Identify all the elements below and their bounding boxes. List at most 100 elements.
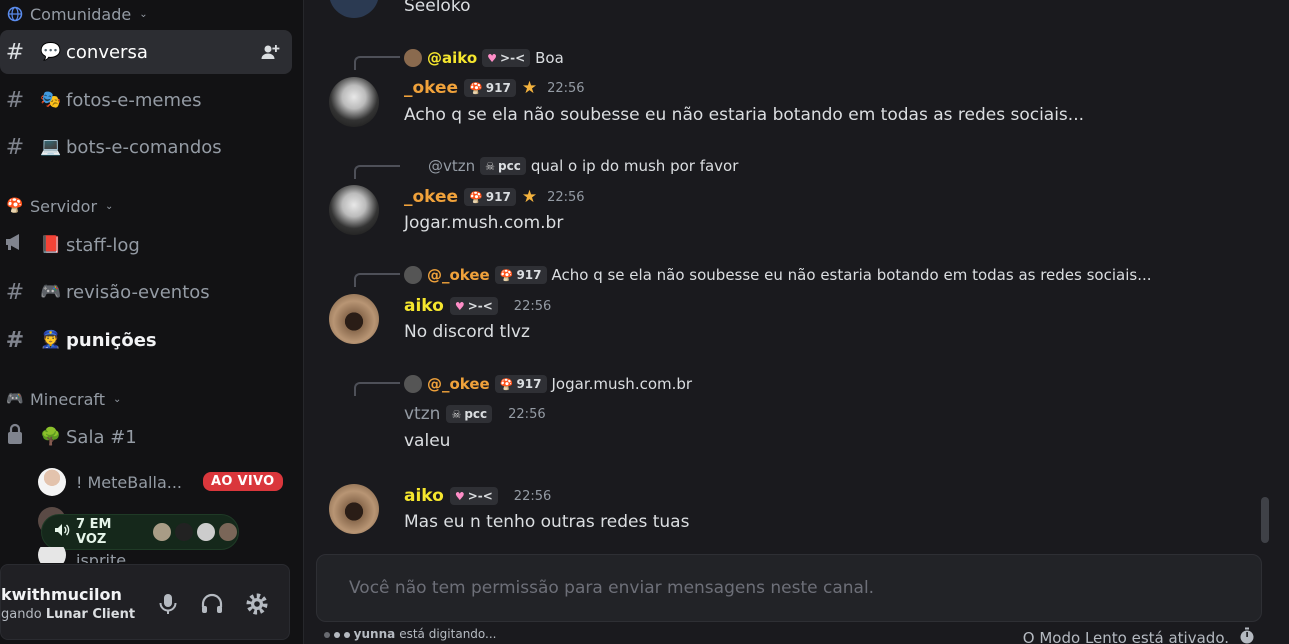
role-tag-text: >-< xyxy=(500,51,526,65)
gamepad-icon: 🎮 xyxy=(6,391,24,407)
voice-count-label: 7 EM VOZ xyxy=(76,517,112,547)
message-text: Acho q se ela não soubesse eu não estari… xyxy=(404,105,1084,125)
lock-icon xyxy=(0,423,32,451)
channel-punicoes[interactable]: # 👮 punições xyxy=(0,318,292,362)
hash-icon: # xyxy=(5,39,25,65)
message-input[interactable]: Você não tem permissão para enviar mensa… xyxy=(316,554,1262,622)
timestamp: 22:56 xyxy=(547,80,585,96)
reply-preview[interactable]: @aiko ♥ >-< Boa xyxy=(404,47,564,69)
role-tag: ♥ >-< xyxy=(482,49,531,67)
channel-revisao-eventos[interactable]: # 🎮 revisão-eventos xyxy=(0,270,292,314)
role-tag: ☠ pcc xyxy=(446,405,493,423)
mushroom-icon: 🍄 xyxy=(469,190,483,204)
microphone-icon[interactable] xyxy=(155,591,181,617)
typing-text: está digitando... xyxy=(399,627,497,641)
channel-emoji: 💻 xyxy=(40,137,62,157)
reply-preview[interactable]: @_okee 🍄 917 Jogar.mush.com.br xyxy=(404,373,692,395)
avatar[interactable] xyxy=(329,185,379,235)
category-minecraft[interactable]: 🎮 Minecraft ⌄ xyxy=(6,389,121,409)
reply-connector xyxy=(354,273,400,287)
role-tag-text: pcc xyxy=(464,407,488,421)
voice-username: ! MeteBalla... xyxy=(76,472,182,492)
hash-icon: # xyxy=(5,279,25,305)
channel-staff-log[interactable]: 📕 staff-log xyxy=(0,223,292,267)
slowmode-notice: O Modo Lento está ativado. xyxy=(1023,627,1255,644)
scrollbar-thumb[interactable] xyxy=(1261,497,1269,543)
hash-icon: # xyxy=(5,134,25,160)
voice-user-isprite[interactable]: isprite xyxy=(38,547,126,563)
message-header: _okee 🍄 917 ★ 22:56 xyxy=(404,76,585,100)
hash-icon: # xyxy=(5,87,25,113)
category-servidor[interactable]: 🍄 Servidor ⌄ xyxy=(6,196,113,216)
author-name[interactable]: aiko xyxy=(404,486,444,506)
role-tag-text: 917 xyxy=(485,190,511,204)
speaker-icon xyxy=(54,523,70,541)
avatar[interactable] xyxy=(329,77,379,127)
role-tag: 🍄 917 xyxy=(464,79,516,97)
chevron-down-icon: ⌄ xyxy=(113,393,122,405)
author-name[interactable]: vtzn xyxy=(404,404,440,424)
channel-conversa[interactable]: # 💬 conversa xyxy=(0,30,292,74)
category-label: Minecraft xyxy=(30,389,106,409)
voice-members-pill[interactable]: 7 EM VOZ xyxy=(41,514,239,550)
role-tag-text: >-< xyxy=(467,299,493,313)
hash-icon: # xyxy=(5,327,25,353)
skull-icon: ☠ xyxy=(451,407,462,421)
reply-text: qual o ip do mush por favor xyxy=(530,157,739,175)
input-placeholder: Você não tem permissão para enviar mensa… xyxy=(349,578,875,598)
chevron-down-icon: ⌄ xyxy=(105,200,114,212)
author-name[interactable]: _okee xyxy=(404,78,458,98)
voice-username: isprite xyxy=(76,550,127,564)
channel-sala-1[interactable]: 🌳 Sala #1 xyxy=(0,415,292,459)
category-label: Servidor xyxy=(30,196,98,216)
role-tag: ☠ pcc xyxy=(480,157,526,175)
message-text: Mas eu n tenho outras redes tuas xyxy=(404,512,690,532)
timestamp: 22:56 xyxy=(547,189,585,205)
channel-emoji: 👮 xyxy=(40,330,62,350)
role-tag: 🍄 917 xyxy=(494,266,547,284)
channel-label: fotos-e-memes xyxy=(66,89,202,111)
author-name[interactable]: aiko xyxy=(404,296,444,316)
category-comunidade[interactable]: Comunidade ⌄ xyxy=(6,4,148,24)
avatar[interactable] xyxy=(329,484,379,534)
timestamp: 22:56 xyxy=(513,488,552,504)
gear-icon[interactable] xyxy=(244,591,270,617)
avatar xyxy=(218,522,238,542)
current-username[interactable]: kwithmucilon xyxy=(1,585,122,604)
star-badge-icon: ★ xyxy=(521,78,538,98)
message-header: aiko ♥ >-< 22:56 xyxy=(404,484,551,508)
avatar[interactable] xyxy=(329,0,379,18)
role-tag-text: pcc xyxy=(498,159,521,173)
channel-label: revisão-eventos xyxy=(66,281,210,303)
headphones-icon[interactable] xyxy=(199,591,225,617)
channel-label: bots-e-comandos xyxy=(66,136,222,158)
role-tag-text: 917 xyxy=(485,81,511,95)
message-header: vtzn ☠ pcc 22:56 xyxy=(404,402,546,426)
live-badge: AO VIVO xyxy=(203,472,283,491)
mushroom-icon: 🍄 xyxy=(469,81,483,95)
mushroom-icon: 🍄 xyxy=(499,268,514,282)
invite-user-icon[interactable] xyxy=(260,42,280,62)
author-name[interactable]: _okee xyxy=(404,187,458,207)
voice-user-metebalia[interactable]: ! MeteBalla... xyxy=(38,467,182,497)
avatar xyxy=(404,266,422,284)
skull-icon: ☠ xyxy=(485,159,496,173)
reply-connector xyxy=(354,382,400,396)
reply-author: @aiko xyxy=(427,49,478,67)
avatar[interactable] xyxy=(329,403,379,453)
channel-fotos-e-memes[interactable]: # 🎭 fotos-e-memes xyxy=(0,78,292,122)
reply-preview[interactable]: @_okee 🍄 917 Acho q se ela não soubesse e… xyxy=(404,264,1152,286)
status-prefix: gando xyxy=(1,607,42,622)
channel-label: Sala #1 xyxy=(66,426,137,448)
channel-emoji: 🎭 xyxy=(40,90,62,110)
stopwatch-icon xyxy=(1239,627,1255,644)
role-tag: 🍄 917 xyxy=(464,188,516,206)
avatar xyxy=(174,522,195,542)
channel-emoji: 🎮 xyxy=(40,282,62,302)
avatar xyxy=(404,375,422,393)
timestamp: 22:56 xyxy=(508,406,546,422)
avatar[interactable] xyxy=(329,294,379,344)
channel-bots-e-comandos[interactable]: # 💻 bots-e-comandos xyxy=(0,125,292,169)
reply-preview[interactable]: @vtzn ☠ pcc qual o ip do mush por favor xyxy=(428,155,738,177)
channel-emoji: 📕 xyxy=(40,235,62,255)
